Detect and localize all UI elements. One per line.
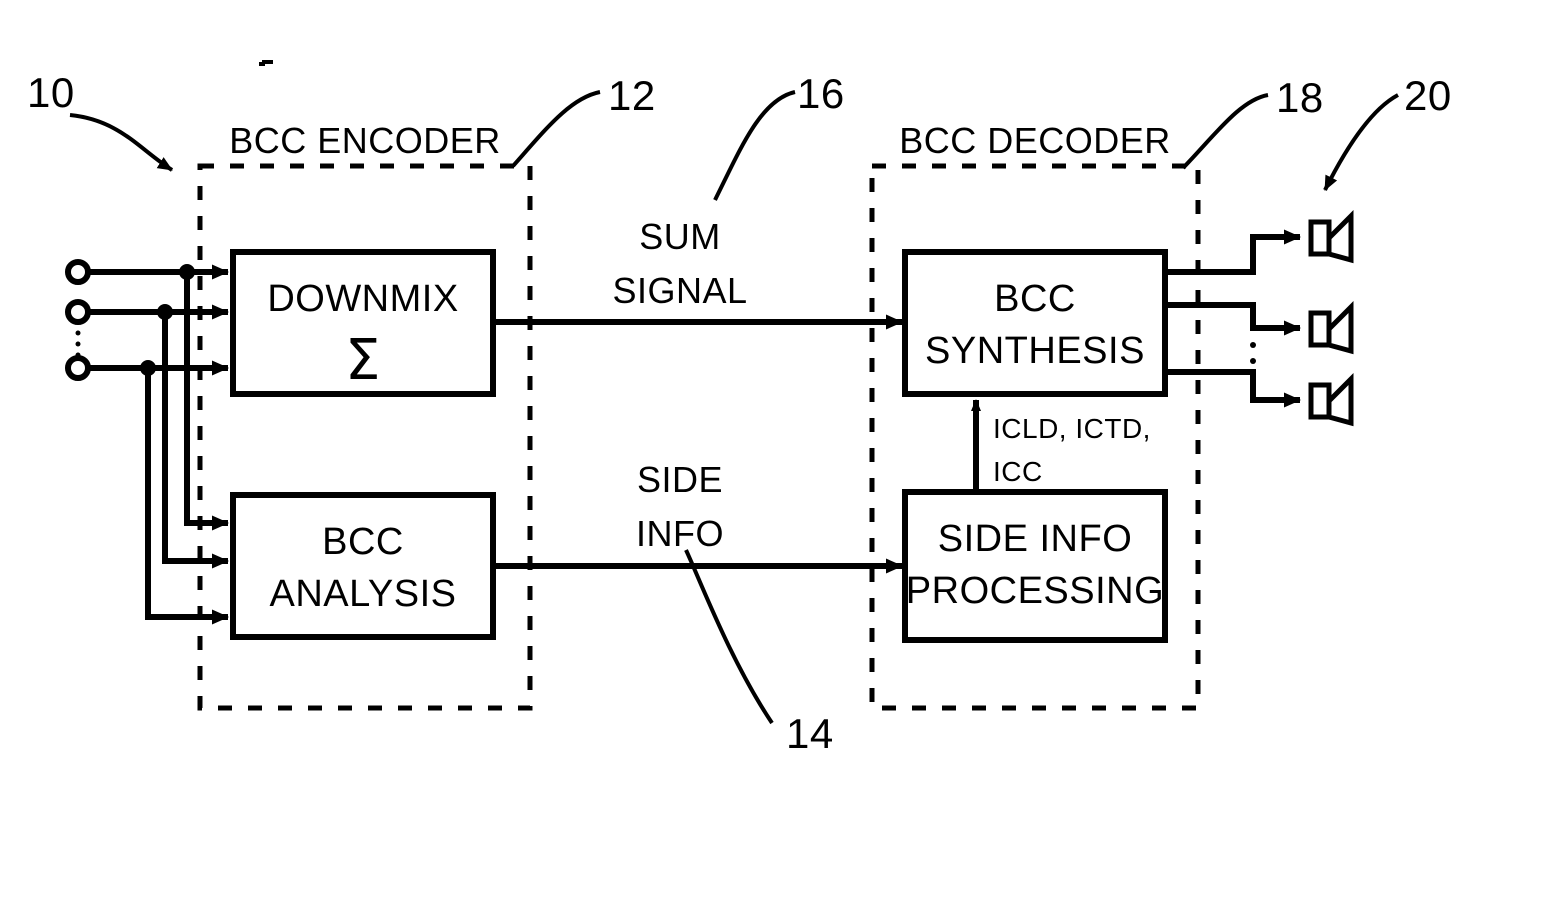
- block-side-info-processing-label-line1: SIDE INFO: [938, 518, 1133, 560]
- leader-line-14: [684, 549, 774, 725]
- leader-line-16: [713, 90, 796, 201]
- encoder-region-label: BCC ENCODER: [229, 120, 501, 161]
- reference-numeral-20: 20: [1404, 72, 1452, 119]
- sigma-icon: Σ: [345, 328, 381, 393]
- params-label-line2: ICC: [993, 456, 1043, 487]
- leader-line-18: [1181, 93, 1269, 170]
- sum-signal-label-line1: SUM: [639, 216, 721, 257]
- bcc-system-block-diagram: DOWNMIX Σ BCC ANALYSIS BCC SYNTHESIS SID…: [27, 60, 1452, 757]
- block-side-info-processing-label-line2: PROCESSING: [906, 570, 1164, 612]
- reference-numeral-18: 18: [1276, 74, 1324, 121]
- leader-line-10: [69, 113, 174, 172]
- patent-figure-canvas: DOWNMIX Σ BCC ANALYSIS BCC SYNTHESIS SID…: [0, 0, 1554, 903]
- output-line-2: [1165, 302, 1301, 336]
- params-label-line1: ICLD, ICTD,: [993, 413, 1151, 444]
- side-info-label-line2: INFO: [636, 513, 724, 554]
- block-bcc-synthesis[interactable]: [902, 249, 1168, 397]
- decoder-region-label: BCC DECODER: [899, 120, 1171, 161]
- input-terminal-3: [65, 355, 91, 381]
- block-downmix-label: DOWNMIX: [267, 278, 458, 320]
- input-channels-ellipsis: [75, 330, 81, 358]
- output-line-3: [1165, 369, 1301, 408]
- loudspeaker-icon-2: [1308, 300, 1354, 355]
- input-terminal-2: [65, 299, 91, 325]
- scan-artifact-mark: [259, 60, 273, 66]
- leader-line-20: [1323, 93, 1399, 191]
- block-bcc-analysis-label-line2: ANALYSIS: [269, 573, 456, 615]
- block-bcc-analysis-label-line1: BCC: [322, 521, 404, 563]
- leader-line-12: [511, 90, 601, 168]
- loudspeaker-icon-3: [1308, 372, 1354, 427]
- reference-numeral-12: 12: [608, 72, 656, 119]
- block-side-info-processing[interactable]: [902, 489, 1168, 643]
- sum-signal-label-line2: SIGNAL: [612, 270, 747, 311]
- loudspeaker-icon-1: [1308, 209, 1354, 264]
- block-bcc-analysis[interactable]: [230, 492, 496, 640]
- input-terminal-1: [65, 259, 91, 285]
- reference-numeral-10: 10: [27, 69, 75, 116]
- output-line-1: [1165, 229, 1301, 275]
- reference-numeral-14: 14: [786, 710, 834, 757]
- block-bcc-synthesis-label-line2: SYNTHESIS: [925, 330, 1145, 372]
- block-bcc-synthesis-label-line1: BCC: [994, 278, 1076, 320]
- side-info-label-line1: SIDE: [637, 459, 723, 500]
- reference-numeral-16: 16: [797, 70, 845, 117]
